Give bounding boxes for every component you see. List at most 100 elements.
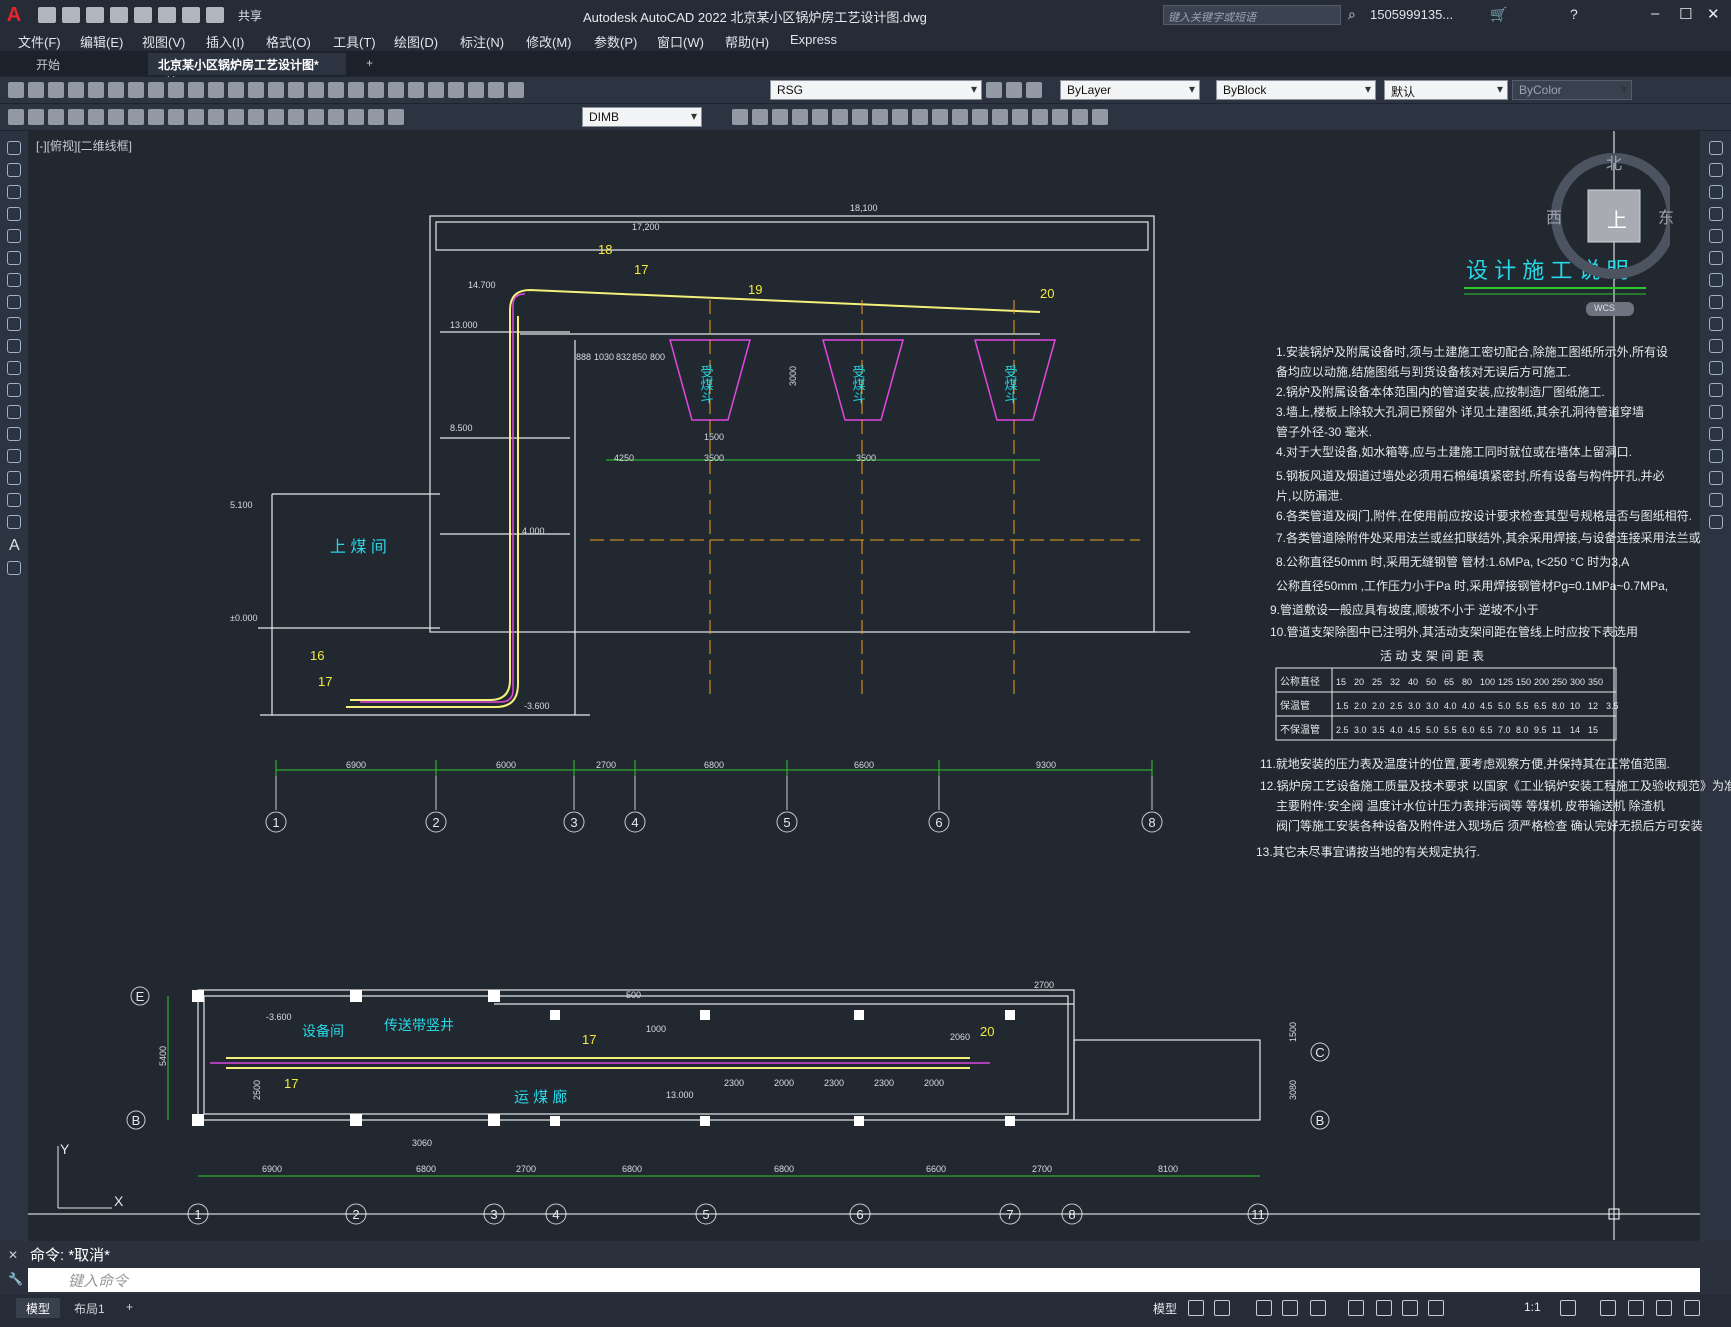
center-mark-icon[interactable] (288, 109, 304, 125)
zoom-window-icon[interactable] (328, 82, 344, 98)
ortho-icon[interactable] (1256, 1300, 1272, 1316)
dim-edit-icon[interactable] (348, 109, 364, 125)
preview-icon[interactable] (88, 82, 104, 98)
layer-unisolate-icon[interactable] (1026, 82, 1042, 98)
menu-format[interactable]: 格式(O) (266, 32, 311, 51)
rotate-icon[interactable] (1709, 273, 1723, 287)
point-icon[interactable] (7, 427, 21, 441)
undo-icon[interactable] (182, 7, 200, 23)
compass-east[interactable]: 东 (1658, 204, 1674, 228)
arc-icon[interactable] (7, 251, 21, 265)
add-icon[interactable] (1600, 1300, 1616, 1316)
move-icon[interactable] (1709, 251, 1723, 265)
array-icon[interactable] (1709, 229, 1723, 243)
menu-draw[interactable]: 绘图(D) (394, 32, 438, 51)
ellipse-icon[interactable] (7, 339, 21, 353)
viewport-controls[interactable]: [-][俯视][二维线框] (36, 137, 132, 154)
add-selected-icon[interactable] (7, 561, 21, 575)
sheet-set-icon[interactable] (428, 82, 444, 98)
layout-tab-1[interactable]: 布局1 (64, 1298, 115, 1318)
properties-icon[interactable] (368, 82, 384, 98)
fillet-icon[interactable] (992, 109, 1008, 125)
ellipse-arc-icon[interactable] (7, 361, 21, 375)
table-icon[interactable] (7, 515, 21, 529)
compass-west[interactable]: 西 (1546, 204, 1562, 228)
mirror-icon[interactable] (1709, 185, 1723, 199)
dim-jogged-icon[interactable] (108, 109, 124, 125)
circle-icon[interactable] (7, 273, 21, 287)
isolate-icon[interactable] (1628, 1300, 1644, 1316)
plotstyle-select[interactable]: ByColor (1512, 80, 1632, 100)
fullscreen-icon[interactable] (1656, 1300, 1672, 1316)
search-input[interactable]: 键入关键字或短语 (1163, 5, 1341, 25)
open-icon[interactable] (28, 82, 44, 98)
stretch-icon[interactable] (1709, 317, 1723, 331)
layer-prev-icon[interactable] (986, 82, 1002, 98)
tab-drawing[interactable]: 北京某小区锅炉房工艺设计图* ✕ (148, 53, 346, 87)
close-icon[interactable]: ✕ (1707, 5, 1720, 23)
layer-select[interactable]: RSG (770, 80, 982, 100)
dim-baseline-icon[interactable] (188, 109, 204, 125)
dim-text-edit-icon[interactable] (368, 109, 384, 125)
dim-space-icon[interactable] (228, 109, 244, 125)
grid-icon[interactable] (1188, 1300, 1204, 1316)
menu-tools[interactable]: 工具(T) (333, 32, 376, 51)
wcs-label[interactable]: WCS (1594, 303, 1615, 313)
block-icon[interactable] (228, 82, 244, 98)
polyline-icon[interactable] (7, 185, 21, 199)
compass-north[interactable]: 北 (1606, 150, 1622, 174)
maximize-icon[interactable]: ☐ (1679, 5, 1692, 23)
layout-tab-model[interactable]: 模型 (16, 1298, 61, 1318)
region-icon[interactable] (7, 493, 21, 507)
menu-express[interactable]: Express (790, 32, 837, 47)
scale-icon[interactable] (1709, 295, 1723, 309)
snap-icon[interactable] (1214, 1300, 1230, 1316)
rectangle-icon[interactable] (7, 229, 21, 243)
redo-icon[interactable] (268, 82, 284, 98)
otrack-icon[interactable] (1348, 1300, 1364, 1316)
polar-icon[interactable] (1282, 1300, 1298, 1316)
dim-ordinate-icon[interactable] (68, 109, 84, 125)
blend-icon[interactable] (1709, 493, 1723, 507)
search-icon[interactable]: ⌕ (1348, 6, 1356, 23)
polygon-icon[interactable] (7, 207, 21, 221)
zoom-prev-icon[interactable] (348, 82, 364, 98)
break-at-point-icon[interactable] (1709, 383, 1723, 397)
menu-modify[interactable]: 修改(M) (526, 32, 572, 51)
command-input[interactable]: 键入命令 (28, 1268, 1700, 1292)
make-block-icon[interactable] (7, 405, 21, 419)
menu-dimension[interactable]: 标注(N) (460, 32, 504, 51)
match-icon[interactable] (208, 82, 224, 98)
minimize-icon[interactable]: – (1651, 5, 1659, 22)
autocad-logo-icon[interactable]: A (0, 0, 28, 30)
dim-update-icon[interactable] (388, 109, 404, 125)
dim-break-icon[interactable] (248, 109, 264, 125)
menu-view[interactable]: 视图(V) (142, 32, 185, 51)
stretch-icon[interactable] (872, 109, 888, 125)
annotation-scale[interactable]: 1:1 (1524, 1300, 1541, 1314)
join-icon[interactable] (1709, 427, 1723, 441)
user-account[interactable]: 1505999135... (1370, 7, 1453, 22)
cart-icon[interactable]: 🛒 (1490, 6, 1507, 23)
rotate-icon[interactable] (832, 109, 848, 125)
pedit-icon[interactable] (1052, 109, 1068, 125)
offset-icon[interactable] (772, 109, 788, 125)
cut-icon[interactable] (148, 82, 164, 98)
trim-icon[interactable] (892, 109, 908, 125)
spline-edit-icon[interactable] (1092, 109, 1108, 125)
calc-icon[interactable] (468, 82, 484, 98)
dim-diameter-icon[interactable] (128, 109, 144, 125)
fillet-icon[interactable] (1709, 471, 1723, 485)
menu-window[interactable]: 窗口(W) (657, 32, 704, 51)
dim-linear-icon[interactable] (8, 109, 24, 125)
help-icon[interactable]: ? (1570, 6, 1578, 22)
copy-obj-icon[interactable] (732, 109, 748, 125)
save-icon[interactable] (86, 7, 104, 23)
publish-icon[interactable] (108, 82, 124, 98)
revcloud-icon[interactable] (7, 295, 21, 309)
array-icon[interactable] (792, 109, 808, 125)
share-button[interactable]: 共享 (238, 7, 262, 24)
add-tab-button[interactable]: + (356, 53, 383, 75)
mtext-icon[interactable]: A (9, 537, 20, 555)
inspect-icon[interactable] (308, 109, 324, 125)
